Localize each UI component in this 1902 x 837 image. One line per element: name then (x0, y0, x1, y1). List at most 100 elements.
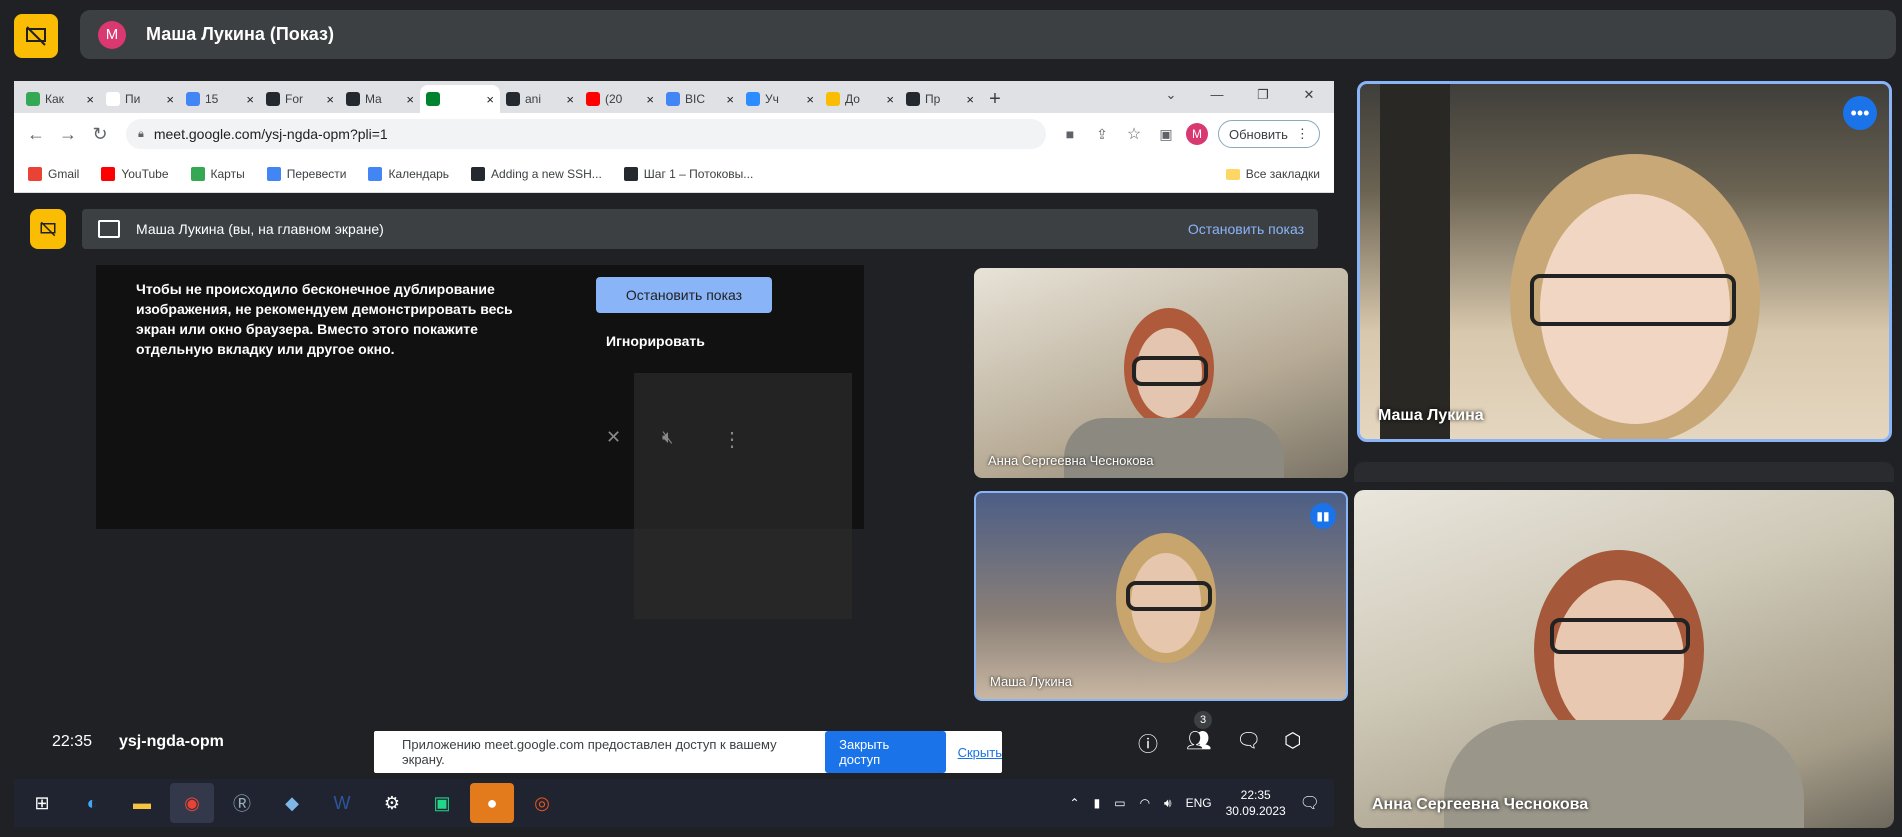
tab-10[interactable]: До × (820, 85, 900, 113)
tab-search-icon[interactable]: ⌄ (1148, 87, 1194, 103)
settings-icon[interactable]: ⚙ (370, 783, 414, 823)
tab-7[interactable]: (20 × (580, 85, 660, 113)
warning-ignore-button[interactable]: Игнорировать (606, 333, 705, 349)
volume-icon[interactable]: 🔊︎ (1164, 796, 1172, 811)
tab-2[interactable]: 15 × (180, 85, 260, 113)
share-icon[interactable]: ⇪ (1086, 126, 1118, 143)
participant-body (1064, 418, 1284, 478)
tab-1[interactable]: Пи × (100, 85, 180, 113)
tab-close-icon[interactable]: × (486, 92, 494, 107)
tab-close-icon[interactable]: × (406, 92, 414, 107)
mute-icon[interactable]: 🔇︎ (662, 427, 673, 448)
toolbar: ← → ↻ 🔒︎ meet.google.com/ysj-ngda-opm?pl… (14, 113, 1334, 155)
tab-close-icon[interactable]: × (86, 92, 94, 107)
bookmark-2[interactable]: Карты (190, 166, 245, 181)
tab-0[interactable]: Как × (20, 85, 100, 113)
all-bookmarks[interactable]: Все закладки (1225, 167, 1320, 181)
tab-label: Ma (365, 92, 382, 106)
app-icon[interactable]: ◆ (270, 783, 314, 823)
bookmark-1[interactable]: YouTube (101, 166, 169, 181)
tab-favicon-icon (506, 92, 520, 106)
tab-close-icon[interactable]: × (886, 92, 894, 107)
activities-icon[interactable]: ⬡ (1284, 728, 1301, 753)
tab-close-icon[interactable]: × (726, 92, 734, 107)
r-icon[interactable]: Ⓡ (220, 783, 264, 823)
tab-close-icon[interactable]: × (566, 92, 574, 107)
tab-close-icon[interactable]: × (646, 92, 654, 107)
minimize-icon[interactable]: — (1194, 87, 1240, 102)
banner-stop-button[interactable]: Остановить показ (1188, 221, 1304, 237)
tab-favicon-icon (666, 92, 680, 106)
more-options-icon[interactable]: ⋮ (722, 427, 742, 452)
info-icon[interactable]: ⓘ (1138, 728, 1158, 757)
participant-tile-anna-large[interactable]: Анна Сергеевна Чеснокова (1354, 490, 1894, 828)
chat-icon[interactable]: 🗨︎ (1236, 728, 1261, 753)
tab-close-icon[interactable]: × (966, 92, 974, 107)
wifi-icon[interactable]: ◠ (1140, 796, 1150, 810)
zoom-icon[interactable]: ● (470, 783, 514, 823)
side-panel-icon[interactable]: ▣ (1150, 126, 1182, 143)
presenting-icon (14, 14, 58, 58)
chrome-icon[interactable]: ◉ (170, 783, 214, 823)
tab-close-icon[interactable]: × (166, 92, 174, 107)
new-tab-button[interactable]: + (980, 85, 1010, 113)
tab-close-icon[interactable]: × (806, 92, 814, 107)
window-close-icon[interactable]: ✕ (1286, 87, 1332, 103)
presenting-icon-small (30, 209, 66, 249)
tab-8[interactable]: BIC × (660, 85, 740, 113)
forward-icon[interactable]: → (52, 124, 84, 145)
people-icon[interactable]: 👥︎ (1186, 728, 1211, 753)
tab-strip: Как × Пи × 15 × For × Ma × × ani × (20 × BIC × Уч × До × Пр × + (14, 81, 1334, 113)
bookmark-3[interactable]: Перевести (266, 166, 347, 181)
tab-3[interactable]: For × (260, 85, 340, 113)
hide-notice-link[interactable]: Скрыть (958, 745, 1002, 760)
tab-close-icon[interactable]: × (246, 92, 254, 107)
pin-off-icon[interactable]: ✕ (606, 427, 621, 448)
tray-clock[interactable]: 22:35 30.09.2023 (1226, 787, 1286, 819)
bookmark-label: Перевести (286, 166, 347, 181)
mic-icon[interactable]: ▮ (1094, 796, 1101, 810)
profile-avatar[interactable]: M (1186, 123, 1208, 145)
word-icon[interactable]: W (320, 783, 364, 823)
tile-name: Маша Лукина (990, 674, 1073, 689)
explorer-icon[interactable]: ▬ (120, 783, 164, 823)
bookmark-4[interactable]: Календарь (368, 166, 449, 181)
notification-icon[interactable]: 🗨︎ (1300, 793, 1320, 813)
edge-icon[interactable]: ◐ (70, 783, 114, 823)
tray-chevron-icon[interactable]: ⌃ (1070, 796, 1080, 810)
camera-icon[interactable]: ■ (1054, 126, 1086, 142)
address-bar[interactable]: 🔒︎ meet.google.com/ysj-ngda-opm?pli=1 (126, 119, 1046, 149)
participant-tile-masha-large[interactable]: ••• Маша Лукина (1357, 81, 1892, 442)
star-icon[interactable]: ☆ (1118, 124, 1150, 144)
pycharm-icon[interactable]: ▣ (420, 783, 464, 823)
tab-9[interactable]: Уч × (740, 85, 820, 113)
presenter-bar: M Маша Лукина (Показ) (80, 10, 1896, 59)
reload-icon[interactable]: ↻ (84, 124, 116, 145)
bookmark-0[interactable]: Gmail (28, 166, 79, 181)
restore-icon[interactable]: ❐ (1240, 87, 1286, 103)
language-indicator[interactable]: ENG (1186, 796, 1212, 810)
tab-favicon-icon (106, 92, 120, 106)
participant-tile-masha[interactable]: ▮▮ Маша Лукина (974, 491, 1348, 701)
stop-sharing-button[interactable]: Закрыть доступ (825, 731, 946, 773)
participant-tile-anna[interactable]: Анна Сергеевна Чеснокова (974, 268, 1348, 478)
start-icon[interactable]: ⊞ (20, 783, 64, 823)
tab-4[interactable]: Ma × (340, 85, 420, 113)
battery-icon[interactable]: ▭ (1114, 796, 1125, 810)
warning-stop-button[interactable]: Остановить показ (596, 277, 772, 313)
tile-name: Анна Сергеевна Чеснокова (1372, 796, 1589, 813)
update-button[interactable]: Обновить ⋮ (1218, 120, 1320, 148)
tab-label: BIC (685, 92, 706, 106)
bookmark-5[interactable]: Adding a new SSH... (471, 166, 602, 181)
more-options-button[interactable]: ••• (1843, 96, 1877, 130)
bookmark-icon (190, 166, 205, 181)
bookmark-6[interactable]: Шаг 1 – Потоковы... (623, 166, 753, 181)
tab-close-icon[interactable]: × (326, 92, 334, 107)
tab-5[interactable]: × (420, 85, 500, 113)
tab-favicon-icon (426, 92, 440, 106)
tab-favicon-icon (346, 92, 360, 106)
tab-6[interactable]: ani × (500, 85, 580, 113)
back-icon[interactable]: ← (20, 124, 52, 145)
ubuntu-icon[interactable]: ◎ (520, 783, 564, 823)
tab-11[interactable]: Пр × (900, 85, 980, 113)
